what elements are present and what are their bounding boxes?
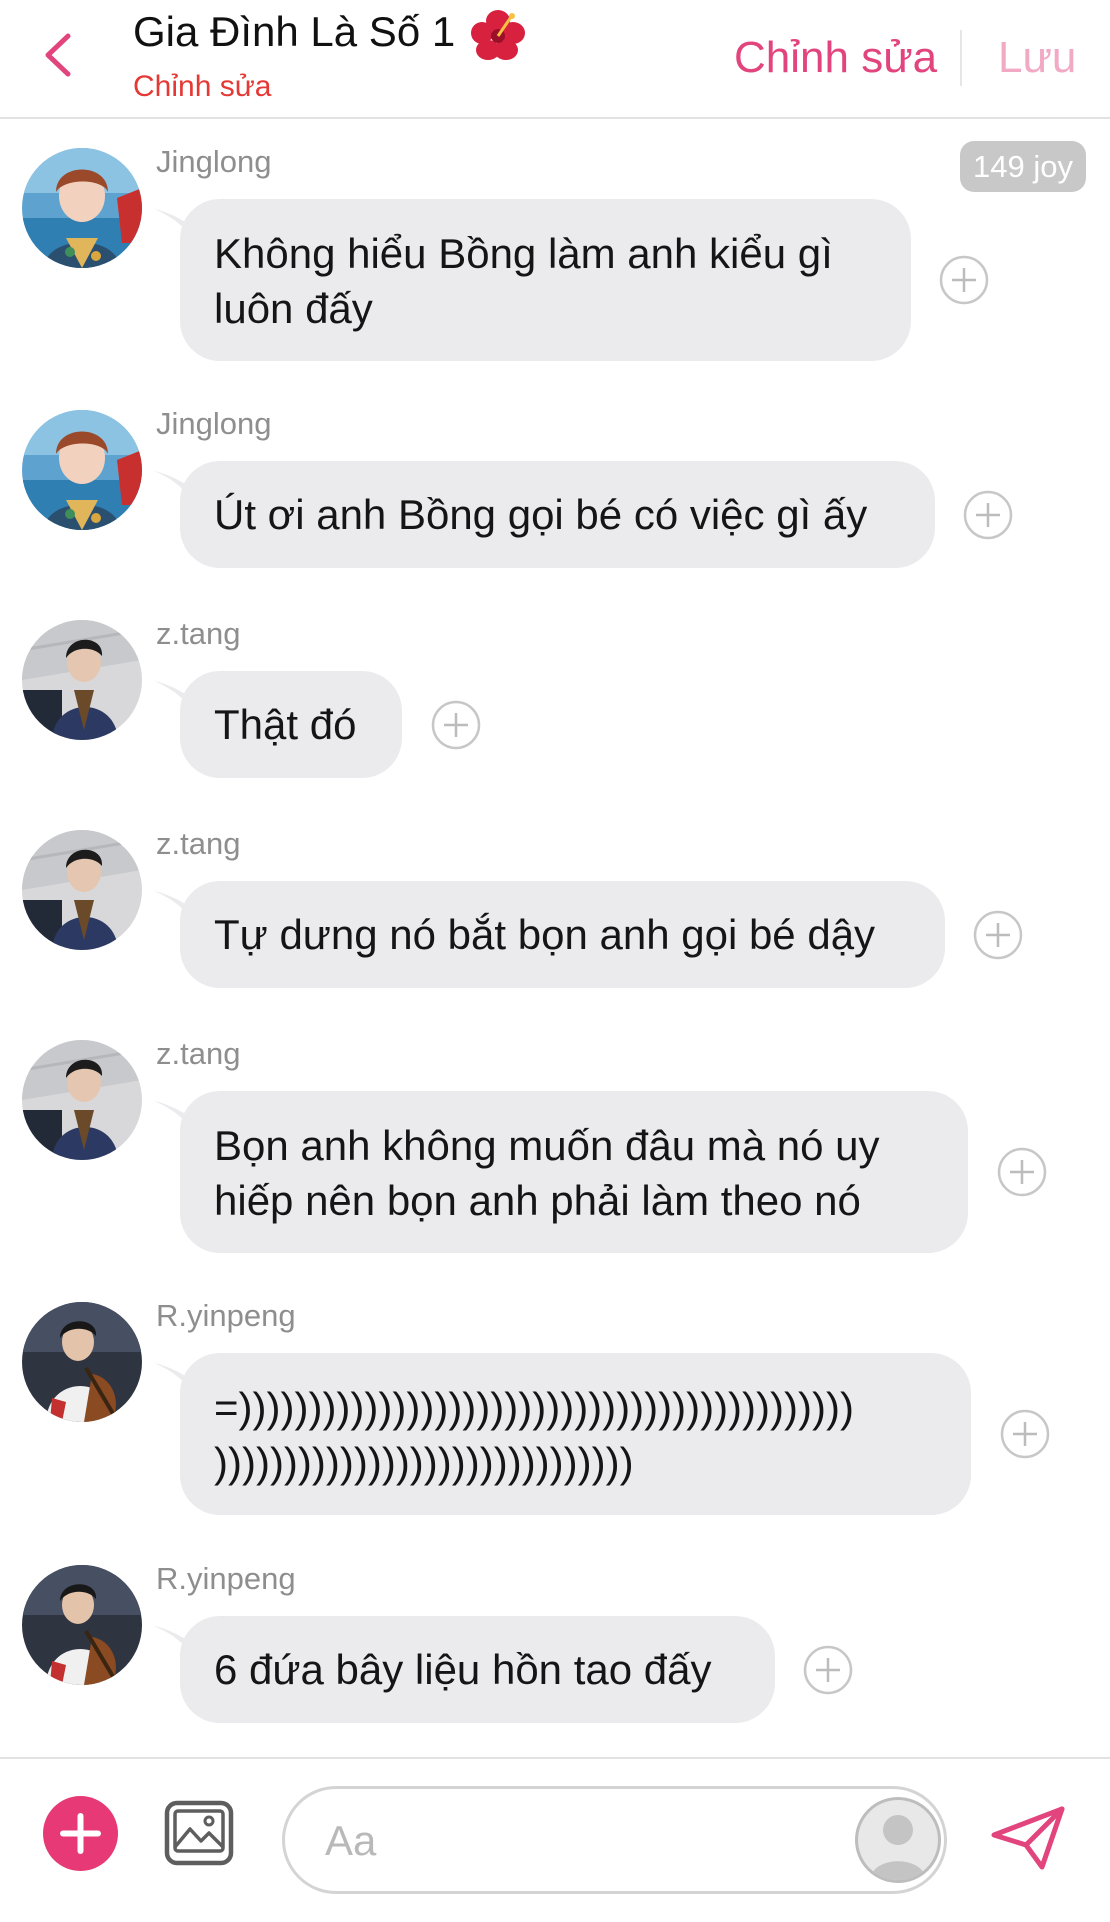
back-chevron-icon[interactable] (38, 30, 78, 80)
avatar[interactable] (22, 620, 142, 740)
add-reaction-icon[interactable] (962, 489, 1014, 541)
send-icon[interactable] (988, 1803, 1068, 1873)
avatar[interactable] (22, 830, 142, 950)
message-input[interactable]: Aa (282, 1786, 947, 1894)
message-bubble[interactable]: =)))))))))))))))))))))))))))))))))))))))… (180, 1353, 971, 1515)
chat-header: Gia Đình Là Số 1 Chỉnh sửa Chỉnh sửa Lưu (0, 0, 1110, 119)
image-icon[interactable] (163, 1799, 235, 1867)
message-bubble[interactable]: Út ơi anh Bồng gọi bé có việc gì ấy (180, 461, 935, 568)
sender-name: R.yinpeng (156, 1561, 296, 1596)
joy-badge: 149 joy (960, 141, 1086, 192)
save-button[interactable]: Lưu (998, 33, 1076, 83)
add-button[interactable] (43, 1796, 118, 1871)
hibiscus-icon (470, 9, 525, 60)
message-bubble[interactable]: Thật đó (180, 671, 402, 778)
message-text: Không hiểu Bồng làm anh kiểu gì luôn đấy (214, 230, 833, 332)
message-text: Tự dưng nó bắt bọn anh gọi bé dậy (214, 911, 876, 958)
edit-button[interactable]: Chỉnh sửa (734, 33, 937, 83)
plus-icon (60, 1813, 101, 1854)
header-divider (960, 30, 962, 86)
message-bubble[interactable]: Bọn anh không muốn đâu mà nó uy hiếp nên… (180, 1091, 968, 1253)
avatar[interactable] (22, 1302, 142, 1422)
edit-subtitle[interactable]: Chỉnh sửa (133, 70, 272, 104)
avatar[interactable] (22, 410, 142, 530)
message-text: Bọn anh không muốn đâu mà nó uy hiếp nên… (214, 1122, 880, 1224)
sender-name: z.tang (156, 826, 241, 861)
add-reaction-icon[interactable] (996, 1146, 1048, 1198)
page-title: Gia Đình Là Số 1 (133, 8, 525, 61)
sender-name: Jinglong (156, 406, 272, 441)
message-input-placeholder: Aa (325, 1817, 377, 1864)
sender-name: z.tang (156, 1036, 241, 1071)
add-reaction-icon[interactable] (972, 909, 1024, 961)
add-reaction-icon[interactable] (999, 1408, 1051, 1460)
message-text: 6 đứa bây liệu hồn tao đấy (214, 1646, 712, 1693)
persona-avatar[interactable] (855, 1797, 941, 1883)
message-text: =)))))))))))))))))))))))))))))))))))))))… (214, 1384, 854, 1486)
message-text: Thật đó (214, 701, 357, 748)
person-silhouette-icon (870, 1815, 926, 1880)
sender-name: Jinglong (156, 144, 272, 179)
page-title-text: Gia Đình Là Số 1 (133, 8, 456, 55)
sender-name: z.tang (156, 616, 241, 651)
message-bubble[interactable]: Tự dưng nó bắt bọn anh gọi bé dậy (180, 881, 945, 988)
add-reaction-icon[interactable] (430, 699, 482, 751)
composer-bar: Aa (0, 1757, 1110, 1922)
message-bubble[interactable]: Không hiểu Bồng làm anh kiểu gì luôn đấy (180, 199, 911, 361)
message-text: Út ơi anh Bồng gọi bé có việc gì ấy (214, 491, 868, 538)
avatar[interactable] (22, 1565, 142, 1685)
avatar[interactable] (22, 1040, 142, 1160)
sender-name: R.yinpeng (156, 1298, 296, 1333)
message-bubble[interactable]: 6 đứa bây liệu hồn tao đấy (180, 1616, 775, 1723)
add-reaction-icon[interactable] (802, 1644, 854, 1696)
add-reaction-icon[interactable] (938, 254, 990, 306)
avatar[interactable] (22, 148, 142, 268)
